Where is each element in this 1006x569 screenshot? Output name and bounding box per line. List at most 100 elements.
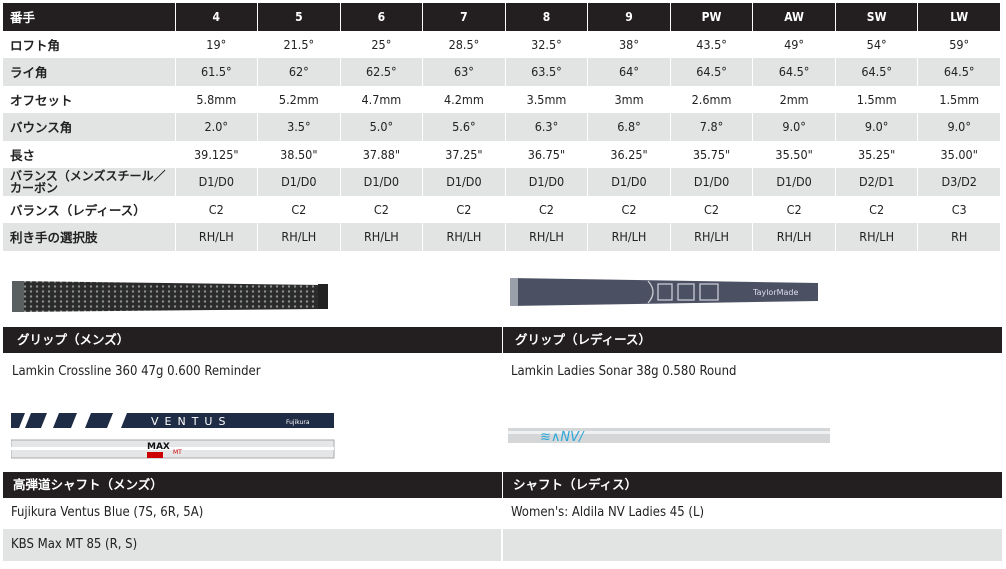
spec-cell: RH/LH bbox=[340, 223, 424, 251]
spec-cell: C2 bbox=[835, 195, 919, 223]
spec-cell: C2 bbox=[752, 195, 836, 223]
spec-cell: 4.7mm bbox=[340, 85, 424, 113]
spec-cell: 35.25" bbox=[835, 140, 919, 168]
spec-cell: 64.5° bbox=[917, 58, 1001, 86]
spec-cell: C2 bbox=[422, 195, 506, 223]
spec-cell: 5.2mm bbox=[257, 85, 341, 113]
spec-cell: D1/D0 bbox=[670, 168, 754, 196]
mens-grip-header: グリップ（メンズ） bbox=[3, 327, 502, 353]
spec-cell: C2 bbox=[257, 195, 341, 223]
spec-cell: 35.50" bbox=[752, 140, 836, 168]
spec-cell: 7.8° bbox=[670, 113, 754, 141]
spec-cell: 9.0° bbox=[835, 113, 919, 141]
ladies-grip-header: グリップ（レディース） bbox=[503, 327, 1002, 353]
spec-cell: 62.5° bbox=[340, 58, 424, 86]
spec-cell: 5.0° bbox=[340, 113, 424, 141]
spec-cell: 25° bbox=[340, 30, 424, 58]
mens-shaft-value: Fujikura Ventus Blue (7S, 6R, 5A) bbox=[11, 505, 204, 520]
spec-cell: D1/D0 bbox=[340, 168, 424, 196]
column-header: 8 bbox=[505, 3, 589, 31]
ladies-grip-image: TaylorMade bbox=[510, 278, 818, 306]
mens-shaft-value-2: KBS Max MT 85 (R, S) bbox=[3, 529, 501, 561]
svg-text:MT: MT bbox=[173, 449, 182, 456]
spec-cell: 9.0° bbox=[752, 113, 836, 141]
spec-table: 番手 4 5 6 7 8 9 PW AW SW LW ロフト角 19° 21.5° 25° 28.5° 32… bbox=[3, 3, 1001, 251]
spec-row: ロフト角 19° 21.5° 25° 28.5° 32.5° 38° 43.5° 49° 54° 5… bbox=[3, 30, 1001, 58]
nv-logo: ≋∧NV/ bbox=[540, 430, 585, 445]
spec-cell: D1/D0 bbox=[587, 168, 671, 196]
ladies-shaft-image: ≋∧NV/ bbox=[508, 428, 830, 445]
spec-cell: 32.5° bbox=[505, 30, 589, 58]
spec-cell: 37.88" bbox=[340, 140, 424, 168]
spec-cell: D1/D0 bbox=[422, 168, 506, 196]
spec-cell: 5.8mm bbox=[175, 85, 259, 113]
row-label: ライ角 bbox=[3, 58, 176, 86]
spec-row: 利き手の選択肢 RH/LH RH/LH RH/LH RH/LH RH/LH RH/LH RH/… bbox=[3, 223, 1001, 251]
spec-cell: 2.0° bbox=[175, 113, 259, 141]
ladies-grip-value: Lamkin Ladies Sonar 38g 0.580 Round bbox=[511, 364, 737, 379]
spec-row: バランス（レディース） C2 C2 C2 C2 C2 C2 C2 C2 C2 C3 bbox=[3, 195, 1001, 223]
row-label: オフセット bbox=[3, 85, 176, 113]
spec-cell: 1.5mm bbox=[917, 85, 1001, 113]
row-label: ロフト角 bbox=[3, 30, 176, 58]
spec-row: バウンス角 2.0° 3.5° 5.0° 5.6° 6.3° 6.8° 7.8° 9.0° 9.0… bbox=[3, 113, 1001, 141]
ladies-shaft-value: Women's: Aldila NV Ladies 45 (L) bbox=[511, 505, 705, 520]
spec-cell: D1/D0 bbox=[175, 168, 259, 196]
spec-cell: 63.5° bbox=[505, 58, 589, 86]
spec-cell: C3 bbox=[917, 195, 1001, 223]
spec-cell: 6.3° bbox=[505, 113, 589, 141]
mens-shaft-header: 高弾道シャフト（メンズ） bbox=[3, 472, 502, 498]
taylormade-logo: TaylorMade bbox=[752, 288, 798, 297]
column-header: 4 bbox=[175, 3, 259, 31]
spec-cell: 38.50" bbox=[257, 140, 341, 168]
spec-cell: 64.5° bbox=[835, 58, 919, 86]
spec-cell: RH/LH bbox=[587, 223, 671, 251]
spec-cell: 63° bbox=[422, 58, 506, 86]
spec-row: バランス（メンズスチール／カーボン D1/D0 D1/D0 D1/D0 D1/D0 D1/… bbox=[3, 168, 1001, 196]
spec-cell: C2 bbox=[340, 195, 424, 223]
spec-cell: 19° bbox=[175, 30, 259, 58]
spec-cell: 54° bbox=[835, 30, 919, 58]
spec-cell: 4.2mm bbox=[422, 85, 506, 113]
column-header: PW bbox=[670, 3, 754, 31]
spec-cell: 2.6mm bbox=[670, 85, 754, 113]
spec-cell: 1.5mm bbox=[835, 85, 919, 113]
spec-cell: 9.0° bbox=[917, 113, 1001, 141]
spec-cell: RH/LH bbox=[257, 223, 341, 251]
spec-cell: C2 bbox=[587, 195, 671, 223]
spec-cell: 37.25" bbox=[422, 140, 506, 168]
column-header: AW bbox=[752, 3, 836, 31]
ladies-shaft-header: シャフト（レディス） bbox=[503, 472, 1002, 498]
spec-cell: 39.125" bbox=[175, 140, 259, 168]
spec-cell: 59° bbox=[917, 30, 1001, 58]
row-label: 長さ bbox=[3, 140, 176, 168]
spec-cell: RH bbox=[917, 223, 1001, 251]
column-header: 6 bbox=[340, 3, 424, 31]
spec-cell: 64.5° bbox=[752, 58, 836, 86]
spec-row: 長さ 39.125" 38.50" 37.88" 37.25" 36.75" 36.25" 3… bbox=[3, 140, 1001, 168]
spec-cell: 2mm bbox=[752, 85, 836, 113]
spec-cell: D1/D0 bbox=[505, 168, 589, 196]
spec-cell: 36.75" bbox=[505, 140, 589, 168]
max-logo: MAX bbox=[147, 442, 170, 452]
spec-cell: 6.8° bbox=[587, 113, 671, 141]
spec-cell: RH/LH bbox=[670, 223, 754, 251]
ladies-shaft-empty bbox=[503, 529, 1002, 561]
spec-cell: 28.5° bbox=[422, 30, 506, 58]
column-header: SW bbox=[835, 3, 919, 31]
row-label: バウンス角 bbox=[3, 113, 176, 141]
spec-cell: 35.75" bbox=[670, 140, 754, 168]
spec-cell: C2 bbox=[670, 195, 754, 223]
spec-cell: 35.00" bbox=[917, 140, 1001, 168]
column-header: LW bbox=[917, 3, 1001, 31]
mens-grip-image bbox=[12, 281, 328, 312]
spec-cell: 5.6° bbox=[422, 113, 506, 141]
spec-cell: D1/D0 bbox=[257, 168, 341, 196]
spec-cell: D3/D2 bbox=[917, 168, 1001, 196]
column-header: 5 bbox=[257, 3, 341, 31]
spec-cell: RH/LH bbox=[175, 223, 259, 251]
row-label: バランス（レディース） bbox=[3, 195, 176, 223]
spec-row: ライ角 61.5° 62° 62.5° 63° 63.5° 64° 64.5° 64.5° 64.… bbox=[3, 58, 1001, 86]
svg-text:Fujikura: Fujikura bbox=[286, 419, 310, 426]
spec-cell: 38° bbox=[587, 30, 671, 58]
